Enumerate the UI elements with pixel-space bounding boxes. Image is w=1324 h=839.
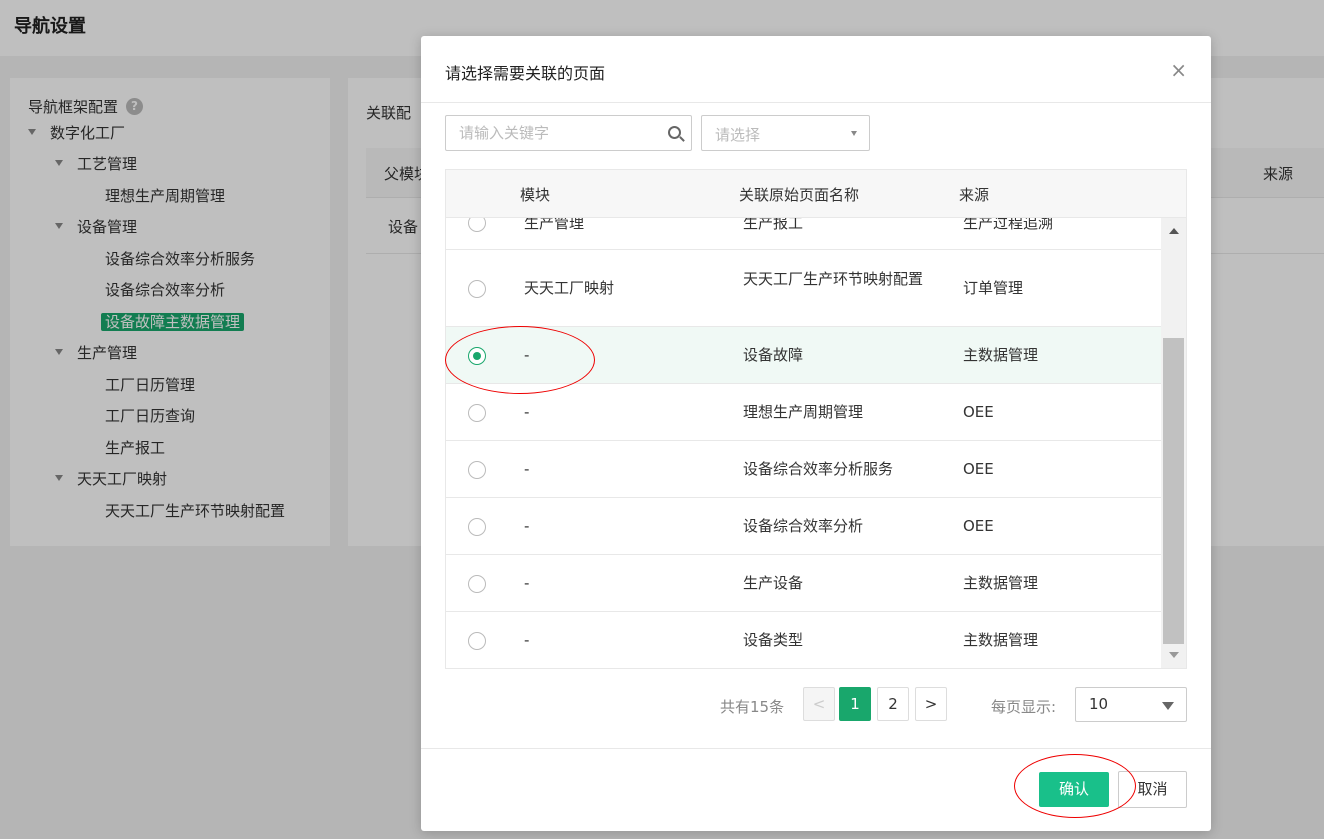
- cell-page-name: 设备故障: [743, 346, 804, 364]
- cell-source: OEE: [963, 517, 994, 535]
- cell-source: OEE: [963, 403, 994, 421]
- scroll-down-icon[interactable]: [1169, 652, 1179, 658]
- table-row[interactable]: - 理想生产周期管理 OEE: [446, 384, 1161, 441]
- page-1-button[interactable]: 1: [839, 687, 871, 721]
- cell-page-name: 理想生产周期管理: [743, 403, 864, 421]
- divider: [421, 102, 1211, 103]
- page-2-button[interactable]: 2: [877, 687, 909, 721]
- cell-page-name: 设备综合效率分析服务: [743, 460, 894, 478]
- cell-page-name: 生产设备: [743, 574, 804, 592]
- cell-page-name: 设备综合效率分析: [743, 517, 864, 535]
- cell-module: -: [524, 346, 530, 364]
- cell-source: 主数据管理: [963, 631, 1039, 649]
- cell-module: 天天工厂映射: [524, 279, 615, 297]
- table-body: 生产管理 生产报工 生产过程追溯 天天工厂映射 天天工厂生产环节映射配置 订单管…: [446, 218, 1161, 668]
- scrollbar-thumb[interactable]: [1163, 338, 1184, 644]
- row-radio[interactable]: [468, 218, 486, 232]
- cell-module: -: [524, 460, 530, 478]
- cell-module: -: [524, 574, 530, 592]
- select-page-modal: 请选择需要关联的页面 × 请选择 模块 关联原始页面名称 来源 生产管理 生产报…: [421, 36, 1211, 831]
- col-page-name: 关联原始页面名称: [739, 186, 860, 204]
- cell-page-name: 天天工厂生产环节映射配置: [743, 270, 924, 288]
- next-page-button[interactable]: >: [915, 687, 947, 721]
- table-row[interactable]: 天天工厂映射 天天工厂生产环节映射配置 订单管理: [446, 250, 1161, 327]
- col-module: 模块: [520, 186, 551, 204]
- table-row[interactable]: - 设备综合效率分析 OEE: [446, 498, 1161, 555]
- table-row[interactable]: - 设备故障 主数据管理: [446, 327, 1161, 384]
- per-page-select[interactable]: 10: [1075, 687, 1187, 722]
- cell-source: OEE: [963, 460, 994, 478]
- row-radio[interactable]: [468, 575, 486, 593]
- cell-source: 订单管理: [963, 279, 1024, 297]
- cell-module: 生产管理: [524, 218, 585, 232]
- vertical-scrollbar[interactable]: [1161, 218, 1186, 668]
- per-page-label: 每页显示:: [991, 698, 1057, 716]
- total-count: 共有15条: [720, 698, 785, 716]
- cell-page-name: 生产报工: [743, 218, 804, 232]
- scroll-up-icon[interactable]: [1169, 228, 1179, 234]
- row-radio[interactable]: [468, 280, 486, 298]
- search-input[interactable]: [446, 116, 656, 150]
- cell-module: -: [524, 403, 530, 421]
- table-row[interactable]: - 设备类型 主数据管理: [446, 612, 1161, 668]
- cell-module: -: [524, 517, 530, 535]
- select-placeholder: 请选择: [715, 126, 761, 144]
- row-radio[interactable]: [468, 347, 486, 365]
- row-radio[interactable]: [468, 632, 486, 650]
- modal-title: 请选择需要关联的页面: [445, 64, 606, 83]
- cell-page-name: 设备类型: [743, 631, 804, 649]
- cell-module: -: [524, 631, 530, 649]
- chevron-down-icon[interactable]: [851, 131, 857, 136]
- search-field[interactable]: [445, 115, 692, 151]
- search-icon[interactable]: [668, 126, 681, 139]
- table-row[interactable]: - 设备综合效率分析服务 OEE: [446, 441, 1161, 498]
- cell-source: 生产过程追溯: [963, 218, 1054, 232]
- table-row[interactable]: - 生产设备 主数据管理: [446, 555, 1161, 612]
- cell-source: 主数据管理: [963, 574, 1039, 592]
- row-radio[interactable]: [468, 518, 486, 536]
- source-select[interactable]: 请选择: [701, 115, 870, 151]
- close-icon[interactable]: ×: [1170, 58, 1187, 82]
- chevron-down-icon[interactable]: [1162, 702, 1174, 710]
- pages-table: 模块 关联原始页面名称 来源 生产管理 生产报工 生产过程追溯 天天工厂映射 天…: [445, 169, 1187, 669]
- table-header: 模块 关联原始页面名称 来源: [446, 170, 1186, 218]
- cell-source: 主数据管理: [963, 346, 1039, 364]
- row-radio[interactable]: [468, 461, 486, 479]
- divider: [421, 748, 1211, 749]
- row-radio[interactable]: [468, 404, 486, 422]
- col-source: 来源: [959, 186, 990, 204]
- confirm-button[interactable]: 确认: [1039, 772, 1109, 807]
- prev-page-button[interactable]: <: [803, 687, 835, 721]
- per-page-value: 10: [1089, 695, 1109, 713]
- table-row[interactable]: 生产管理 生产报工 生产过程追溯: [446, 218, 1161, 250]
- cancel-button[interactable]: 取消: [1118, 771, 1187, 808]
